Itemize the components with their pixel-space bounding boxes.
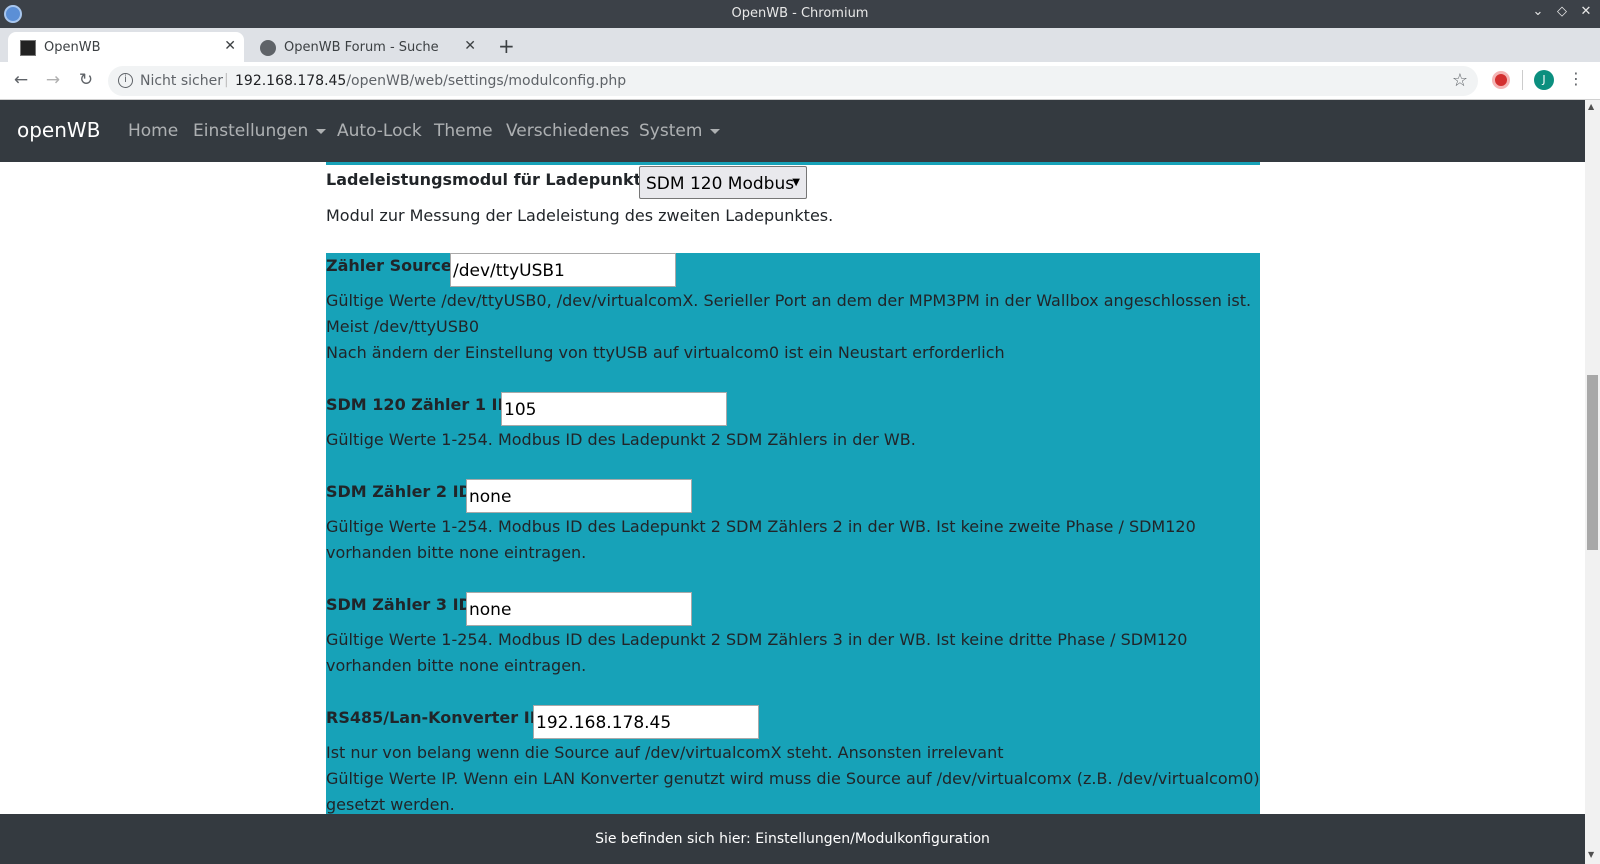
browser-toolbar: ← → ↻ i Nicht sicher | 192.168.178.45/op… — [0, 62, 1600, 100]
back-icon[interactable]: ← — [10, 70, 32, 90]
tab-forum-search[interactable]: OpenWB Forum - Suche ✕ — [248, 32, 484, 62]
rs485-help-1: Ist nur von belang wenn die Source auf /… — [326, 743, 1004, 762]
rs485-ip-input[interactable]: 192.168.178.45 — [533, 705, 759, 739]
nav-auto-lock[interactable]: Auto-Lock — [337, 121, 422, 141]
openwb-favicon — [20, 40, 36, 56]
profile-avatar[interactable]: J — [1534, 70, 1554, 90]
window-title: OpenWB - Chromium — [731, 6, 869, 21]
info-icon[interactable]: i — [118, 73, 133, 88]
module-description: Modul zur Messung der Ladeleistung des z… — [326, 206, 834, 225]
sdm3-id-input[interactable]: none — [466, 592, 692, 626]
nav-theme[interactable]: Theme — [434, 121, 493, 141]
module-select[interactable]: SDM 120 Modbus ▼ — [639, 166, 807, 199]
tab-label: OpenWB — [44, 40, 101, 55]
sdm2-help-2: vorhanden bitte none eintragen. — [326, 543, 587, 562]
reload-icon[interactable]: ↻ — [75, 70, 97, 90]
new-tab-icon[interactable]: + — [498, 34, 515, 58]
scroll-down-icon[interactable]: ▼ — [1588, 850, 1594, 859]
rs485-label: RS485/Lan-Konverter IP: — [326, 708, 548, 727]
address-bar[interactable]: i Nicht sicher | 192.168.178.45/openWB/w… — [108, 66, 1478, 96]
bookmark-star-icon[interactable]: ☆ — [1452, 70, 1468, 91]
caret-down-icon — [710, 128, 721, 134]
url-text[interactable]: 192.168.178.45/openWB/web/settings/modul… — [235, 73, 626, 89]
minimize-icon[interactable]: ⌄ — [1528, 4, 1548, 19]
sdm3-help-2: vorhanden bitte none eintragen. — [326, 656, 587, 675]
nav-label: Home — [128, 121, 179, 141]
sdm3-help-1: Gültige Werte 1-254. Modbus ID des Ladep… — [326, 630, 1188, 649]
forward-icon[interactable]: → — [42, 70, 64, 90]
nav-label: Einstellungen — [193, 121, 309, 141]
source-help-2: Meist /dev/ttyUSB0 — [326, 317, 480, 336]
toolbar-divider — [1522, 70, 1523, 90]
nav-label: Theme — [434, 121, 493, 141]
nav-label: Verschiedenes — [506, 121, 630, 141]
close-tab-icon[interactable]: ✕ — [464, 38, 476, 54]
module-label: Ladeleistungsmodul für Ladepunkt 2: — [326, 170, 665, 189]
sdm3-label: SDM Zähler 3 ID: — [326, 595, 479, 614]
tab-openwb[interactable]: OpenWB ✕ — [8, 32, 244, 62]
section-divider — [326, 162, 1260, 165]
nav-label: System — [639, 121, 703, 141]
rs485-help-3: gesetzt werden. — [326, 795, 455, 814]
scroll-up-icon[interactable]: ▲ — [1588, 102, 1594, 111]
rs485-help-2: Gültige Werte IP. Wenn ein LAN Konverter… — [326, 769, 1260, 788]
globe-icon — [260, 40, 276, 56]
security-status[interactable]: Nicht sicher — [140, 73, 223, 89]
nav-system[interactable]: System — [639, 121, 721, 141]
sdm1-help-1: Gültige Werte 1-254. Modbus ID des Ladep… — [326, 430, 916, 449]
sdm1-id-input[interactable]: 105 — [501, 392, 727, 426]
scrollbar-thumb[interactable] — [1587, 375, 1598, 550]
url-host: 192.168.178.45 — [235, 73, 347, 89]
nav-verschiedenes[interactable]: Verschiedenes — [506, 121, 629, 141]
tab-strip: OpenWB ✕ OpenWB Forum - Suche ✕ + — [0, 28, 1600, 62]
sdm1-label: SDM 120 Zähler 1 ID: — [326, 395, 518, 414]
close-window-icon[interactable]: ✕ — [1576, 4, 1596, 19]
source-input[interactable]: /dev/ttyUSB1 — [450, 253, 676, 287]
breadcrumb-footer: Sie befinden sich hier: Einstellungen/Mo… — [0, 814, 1585, 864]
brand-logo[interactable]: openWB — [17, 118, 100, 142]
nav-einstellungen[interactable]: Einstellungen — [193, 121, 327, 141]
url-path: /openWB/web/settings/modulconfig.php — [346, 73, 627, 89]
page-content: Ladeleistungsmodul für Ladepunkt 2: SDM … — [0, 162, 1585, 814]
source-help-1: Gültige Werte /dev/ttyUSB0, /dev/virtual… — [326, 291, 1252, 310]
extension-icon[interactable] — [1492, 71, 1510, 89]
dropdown-arrow-icon: ▼ — [792, 177, 800, 188]
maximize-icon[interactable]: ◇ — [1552, 4, 1572, 19]
module-select-value: SDM 120 Modbus — [646, 174, 795, 194]
menu-icon[interactable]: ⋮ — [1568, 69, 1584, 88]
sdm2-help-1: Gültige Werte 1-254. Modbus ID des Ladep… — [326, 517, 1196, 536]
omnibox-divider: | — [224, 72, 229, 88]
sdm2-id-input[interactable]: none — [466, 479, 692, 513]
nav-home[interactable]: Home — [128, 121, 178, 141]
source-help-3: Nach ändern der Einstellung von ttyUSB a… — [326, 343, 1005, 362]
page-scrollbar[interactable]: ▲ ▼ — [1585, 100, 1600, 864]
source-label: Zähler Source: — [326, 256, 459, 275]
nav-label: Auto-Lock — [337, 121, 422, 141]
caret-down-icon — [316, 128, 327, 134]
window-titlebar: OpenWB - Chromium ⌄ ◇ ✕ — [0, 0, 1600, 28]
close-tab-icon[interactable]: ✕ — [224, 38, 236, 54]
sdm2-label: SDM Zähler 2 ID: — [326, 482, 479, 501]
tab-label: OpenWB Forum - Suche — [284, 40, 439, 55]
site-navbar: openWB Home Einstellungen Auto-Lock Them… — [0, 100, 1585, 162]
